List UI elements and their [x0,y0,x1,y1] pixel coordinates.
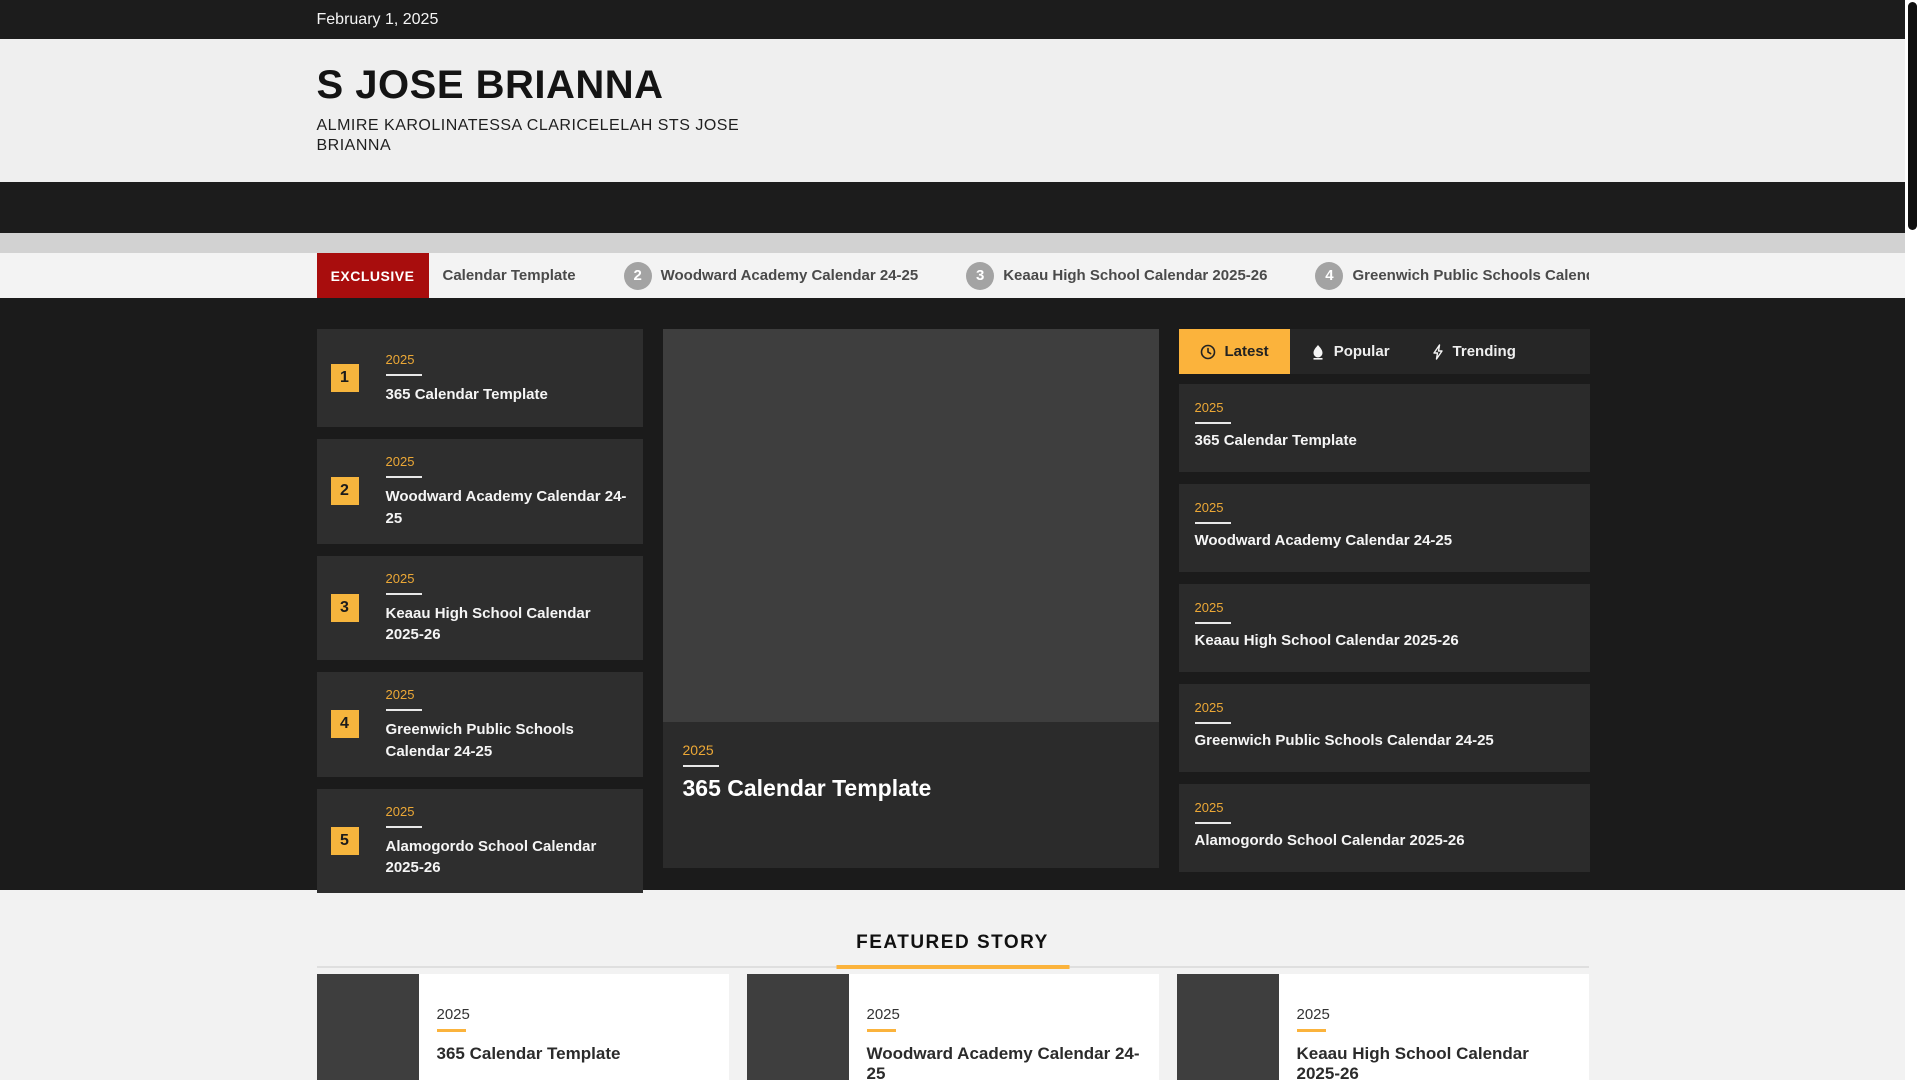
scrollbar-thumb[interactable] [1908,2,1917,230]
ticker-item-number: 2 [623,261,652,290]
ticker-item-number: 4 [1315,261,1344,290]
story-year-tag[interactable]: 2025 [386,687,415,702]
story-year-tag[interactable]: 2025 [437,1006,621,1023]
ticker-items: Calendar Template 2 Woodward Academy Cal… [429,253,1589,298]
story-title[interactable]: Woodward Academy Calendar 24-25 [386,486,629,530]
ranked-story-list: 1 2025 365 Calendar Template 2 2025 Wood… [316,329,643,905]
ticker-item-label: Keaau High School Calendar 2025-26 [1003,267,1268,284]
story-title[interactable]: Keaau High School Calendar 2025-26 [386,603,629,647]
story-year-tag[interactable]: 2025 [1195,500,1224,515]
story-year-tag[interactable]: 2025 [386,454,415,469]
main-navbar [0,182,1905,233]
featured-heading-wrap: FEATURED STORY [316,932,1589,968]
story-year-tag[interactable]: 2025 [867,1006,1145,1023]
hero-story-card[interactable]: 2025 365 Calendar Template [662,329,1159,868]
ticker-item[interactable]: Calendar Template [443,267,576,284]
rank-number-badge: 1 [330,364,359,392]
ticker-item[interactable]: 3 Keaau High School Calendar 2025-26 [966,261,1268,290]
rank-number-badge: 3 [330,593,359,622]
year-underline [866,1029,896,1032]
latest-story-item[interactable]: 2025 Greenwich Public Schools Calendar 2… [1178,684,1590,772]
featured-story-card[interactable]: 2025 365 Calendar Template [316,974,729,1080]
story-title[interactable]: Woodward Academy Calendar 24-25 [867,1044,1145,1080]
story-year-tag[interactable]: 2025 [683,742,714,758]
ticker-item[interactable]: 2 Woodward Academy Calendar 24-25 [623,261,919,290]
site-subtitle: ALMIRE KAROLINATESSA CLARICELELAH STS JO… [316,117,740,154]
ranked-story-item[interactable]: 1 2025 365 Calendar Template [316,329,643,427]
hero-story-title[interactable]: 365 Calendar Template [683,775,1139,802]
tab-trending[interactable]: Trending [1411,329,1537,374]
ticker-item[interactable]: 4 Greenwich Public Schools Calendar 24- [1315,261,1589,290]
bolt-icon [1432,343,1443,360]
featured-story-thumbnail[interactable] [746,974,849,1080]
year-underline [436,1029,466,1032]
story-year-tag[interactable]: 2025 [386,804,415,819]
rank-number-badge: 2 [330,477,359,506]
clock-icon [1200,344,1215,359]
exclusive-badge: EXCLUSIVE [316,253,429,298]
exclusive-ticker: EXCLUSIVE Calendar Template 2 Woodward A… [0,253,1905,298]
story-title[interactable]: Greenwich Public Schools Calendar 24-25 [1195,732,1574,749]
featured-heading: FEATURED STORY [856,932,1049,953]
featured-story-thumbnail[interactable] [1176,974,1279,1080]
top-date-bar: February 1, 2025 [0,0,1905,39]
story-year-tag[interactable]: 2025 [1195,700,1224,715]
featured-story-thumbnail[interactable] [316,974,419,1080]
rank-number-badge: 5 [330,826,359,855]
featured-cards-row: 2025 365 Calendar Template 2025 Woodward… [316,974,1589,1080]
story-title[interactable]: Alamogordo School Calendar 2025-26 [1195,832,1574,849]
rank-number-badge: 4 [330,710,359,739]
featured-section: FEATURED STORY 2025 365 Calendar Templat… [0,890,1905,1080]
divider-strip [0,233,1905,253]
story-year-tag[interactable]: 2025 [386,571,415,586]
tab-label: Popular [1333,343,1390,360]
story-title[interactable]: 365 Calendar Template [437,1044,621,1064]
masthead: S JOSE BRIANNA ALMIRE KAROLINATESSA CLAR… [0,39,1905,182]
flame-icon [1313,344,1323,360]
ranked-story-item[interactable]: 5 2025 Alamogordo School Calendar 2025-2… [316,788,643,893]
latest-story-item[interactable]: 2025 365 Calendar Template [1178,384,1590,472]
ticker-item-label: Greenwich Public Schools Calendar 24- [1352,267,1588,284]
latest-story-item[interactable]: 2025 Keaau High School Calendar 2025-26 [1178,584,1590,672]
year-underline [1296,1029,1326,1032]
ranked-story-item[interactable]: 2 2025 Woodward Academy Calendar 24-25 [316,439,643,544]
tab-label: Trending [1452,343,1516,360]
site-title[interactable]: S JOSE BRIANNA [317,63,1589,108]
latest-story-item[interactable]: 2025 Alamogordo School Calendar 2025-26 [1178,784,1590,872]
story-title[interactable]: Woodward Academy Calendar 24-25 [1195,532,1574,549]
tab-latest[interactable]: Latest [1178,329,1290,374]
latest-panel: Latest Popular Trending 2025 365 Calenda… [1178,329,1590,905]
story-title[interactable]: Keaau High School Calendar 2025-26 [1195,632,1574,649]
ticker-item-label: Woodward Academy Calendar 24-25 [660,267,919,284]
ticker-item-number: 3 [966,261,995,290]
tab-label: Latest [1224,343,1269,360]
story-year-tag[interactable]: 2025 [1297,1006,1575,1023]
latest-story-item[interactable]: 2025 Woodward Academy Calendar 24-25 [1178,484,1590,572]
story-title[interactable]: Keaau High School Calendar 2025-26 [1297,1044,1575,1080]
current-date: February 1, 2025 [316,10,439,28]
story-year-tag[interactable]: 2025 [1195,400,1224,415]
story-title[interactable]: 365 Calendar Template [386,384,548,406]
main-section: 1 2025 365 Calendar Template 2 2025 Wood… [0,298,1905,893]
scrollbar-track[interactable] [1905,0,1920,1080]
story-title[interactable]: 365 Calendar Template [1195,432,1574,449]
ranked-story-item[interactable]: 3 2025 Keaau High School Calendar 2025-2… [316,555,643,660]
ranked-story-item[interactable]: 4 2025 Greenwich Public Schools Calendar… [316,672,643,777]
featured-story-card[interactable]: 2025 Woodward Academy Calendar 24-25 [746,974,1159,1080]
story-title[interactable]: Greenwich Public Schools Calendar 24-25 [386,719,629,763]
story-title[interactable]: Alamogordo School Calendar 2025-26 [386,836,629,880]
tab-popular[interactable]: Popular [1290,329,1411,374]
featured-story-card[interactable]: 2025 Keaau High School Calendar 2025-26 [1176,974,1589,1080]
story-year-tag[interactable]: 2025 [386,352,415,367]
hero-story-image[interactable] [662,329,1159,722]
page: February 1, 2025 S JOSE BRIANNA ALMIRE K… [0,0,1905,1080]
story-year-tag[interactable]: 2025 [1195,800,1224,815]
story-year-tag[interactable]: 2025 [1195,600,1224,615]
ticker-item-label: Calendar Template [442,267,576,284]
panel-tabbar: Latest Popular Trending [1178,329,1590,374]
